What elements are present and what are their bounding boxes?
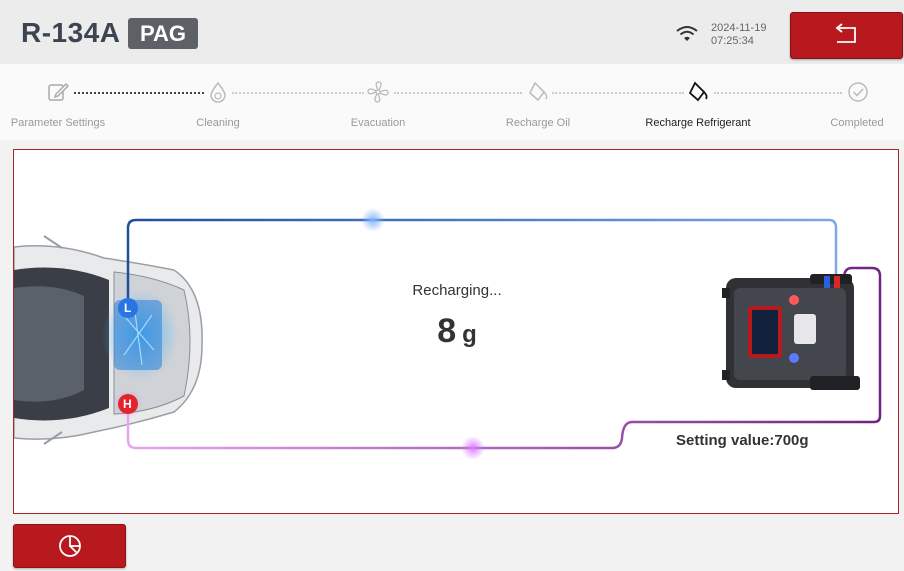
wifi-icon bbox=[676, 26, 698, 41]
step-connector bbox=[74, 92, 204, 94]
step-connector bbox=[552, 92, 684, 94]
oil-type-badge: PAG bbox=[128, 18, 199, 49]
low-port-label: L bbox=[124, 301, 132, 315]
recharge-unit: g bbox=[462, 321, 477, 348]
back-button[interactable] bbox=[790, 12, 903, 59]
report-button[interactable] bbox=[13, 524, 126, 568]
date-text: 2024-11-19 bbox=[711, 22, 767, 34]
step-label-evacuation: Evacuation bbox=[350, 117, 406, 129]
droplet-icon bbox=[210, 81, 226, 103]
setting-value-text: Setting value:700g bbox=[676, 432, 809, 449]
high-flow-indicator bbox=[461, 436, 485, 460]
step-connector bbox=[714, 92, 842, 94]
ac-machine-illustration bbox=[722, 274, 860, 390]
step-label-cleaning: Cleaning bbox=[196, 117, 240, 129]
step-connector bbox=[232, 92, 364, 94]
oil-can-icon bbox=[529, 81, 548, 102]
recharge-status-text: Recharging... bbox=[412, 282, 502, 299]
pie-chart-icon bbox=[59, 535, 81, 557]
step-label-recharge-oil: Recharge Oil bbox=[505, 117, 571, 129]
header-bar: R-134A PAG 2024-11-19 07:25:34 bbox=[0, 0, 904, 64]
refrigerant-type: R-134A bbox=[21, 17, 121, 48]
datetime: 2024-11-19 07:25:34 bbox=[711, 22, 766, 48]
progress-steps: Parameter Settings Cleaning Evacuation R… bbox=[0, 64, 904, 140]
back-arrow-icon bbox=[835, 23, 856, 43]
recharge-amount: 8g bbox=[402, 312, 512, 351]
recharge-panel: L H Recharging... 8g Setting value:700g bbox=[13, 149, 899, 514]
step-connector bbox=[394, 92, 522, 94]
check-circle-icon bbox=[848, 82, 868, 102]
low-flow-indicator bbox=[361, 208, 385, 232]
step-label-completed: Completed bbox=[830, 117, 884, 129]
step-label-recharge-refrigerant: Recharge Refrigerant bbox=[645, 117, 751, 129]
step-label-parameter-settings: Parameter Settings bbox=[10, 117, 106, 129]
fan-icon bbox=[367, 81, 389, 103]
high-port-label: H bbox=[123, 397, 132, 411]
time-text: 07:25:34 bbox=[711, 35, 754, 47]
car-illustration bbox=[14, 235, 203, 445]
edit-icon bbox=[48, 82, 70, 101]
refrigerant-icon bbox=[688, 81, 708, 102]
recharge-value: 8 bbox=[437, 312, 457, 350]
